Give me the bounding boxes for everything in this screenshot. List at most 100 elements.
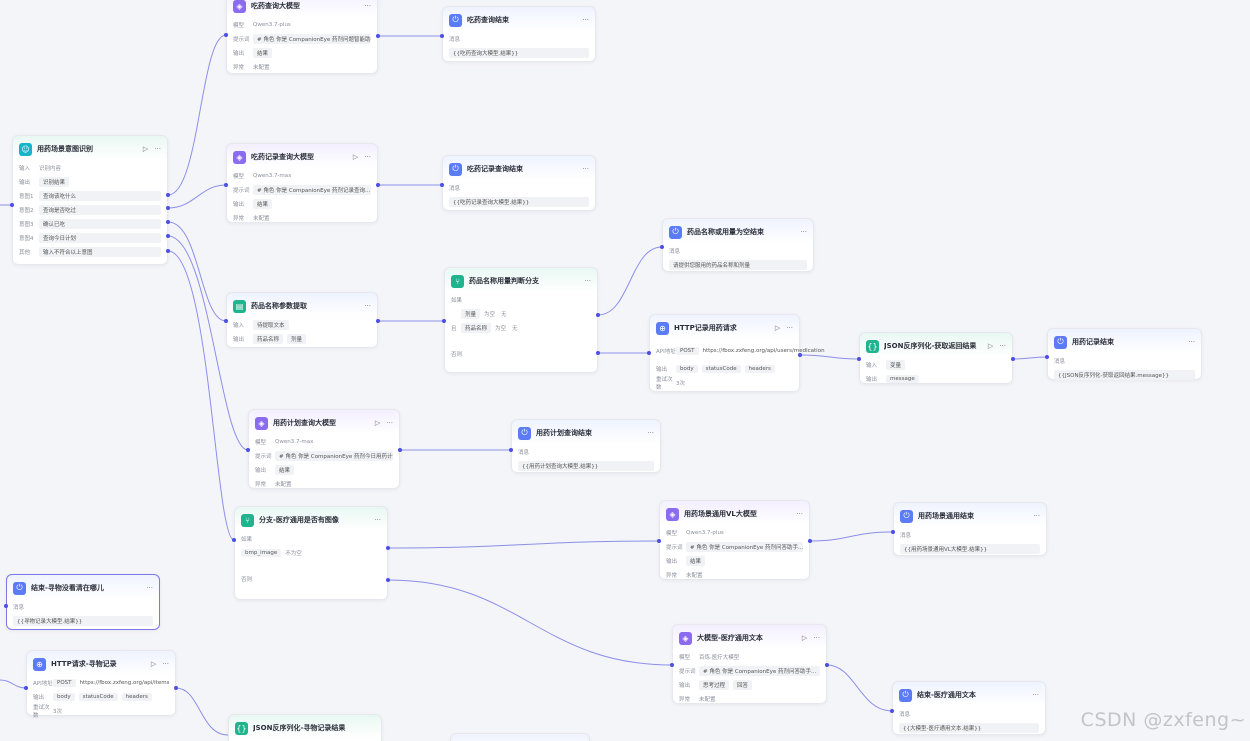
run-icon[interactable]: ▷ (143, 145, 148, 153)
port[interactable] (386, 546, 390, 550)
node-image-branch[interactable]: ⑂ 分支-医疗通用是否有图像 ··· 如果 bmp_image 不为空 否则 (234, 506, 388, 600)
node-offscreen[interactable] (450, 733, 590, 741)
port[interactable] (825, 663, 829, 667)
run-icon[interactable]: ▷ (151, 660, 156, 668)
port[interactable] (166, 206, 170, 210)
port[interactable] (224, 33, 228, 37)
label-api: API地址 (33, 681, 53, 687)
port[interactable] (398, 448, 402, 452)
model-icon: ◈ (233, 0, 246, 13)
output-chip: message (886, 375, 919, 383)
more-icon[interactable]: ··· (364, 302, 371, 310)
port[interactable] (670, 663, 674, 667)
port[interactable] (376, 183, 380, 187)
workflow-canvas[interactable]: ◈ 吃药查询大模型 ··· 模型 Qwen3.7-plus 提示词 # 角色 你是 Co… (0, 0, 1250, 741)
output-chip: 结果 (253, 199, 273, 209)
node-record-done[interactable]: ⏻ 用药记录结束 ··· 消息 {{JSON反序列化-获取返回结果.message}… (1047, 328, 1202, 380)
port[interactable] (224, 183, 228, 187)
more-icon[interactable]: ··· (999, 342, 1006, 350)
node-text-llm[interactable]: ◈ 大模型-医疗通用文本 ▷ ··· 模型 百炼·医疗大模型 提示词 # 角色 你是 Co… (672, 624, 827, 704)
port[interactable] (174, 686, 178, 690)
more-icon[interactable]: ··· (584, 277, 591, 285)
node-title: 用药场景通用VL大模型 (684, 510, 757, 518)
port[interactable] (386, 578, 390, 582)
node-record-end[interactable]: ⏻ 吃药记录查询结束 ··· 消息 {{吃药记录查询大模型.结果}} (442, 155, 596, 211)
more-icon[interactable]: ··· (786, 324, 793, 332)
more-icon[interactable]: ··· (1188, 338, 1195, 346)
run-icon[interactable]: ▷ (775, 324, 780, 332)
port[interactable] (246, 448, 250, 452)
label-prompt: 提示词 (255, 454, 272, 460)
port[interactable] (442, 319, 446, 323)
port[interactable] (166, 249, 170, 253)
port[interactable] (1011, 357, 1015, 361)
port[interactable] (596, 351, 600, 355)
port[interactable] (657, 539, 661, 543)
port[interactable] (647, 351, 651, 355)
port[interactable] (376, 34, 380, 38)
node-json-find[interactable]: {} JSON反序列化-寻物记录结果 (228, 714, 382, 741)
edge-vl-end (809, 531, 894, 542)
port[interactable] (808, 539, 812, 543)
node-vl-end[interactable]: ⏻ 用药场景通用结束 ··· 消息 {{用药场景通用VL大模型.结果}} (893, 502, 1047, 556)
run-icon[interactable]: ▷ (988, 342, 993, 350)
port[interactable] (891, 530, 895, 534)
port[interactable] (24, 686, 28, 690)
node-drug-query-llm[interactable]: ◈ 吃药查询大模型 ··· 模型 Qwen3.7-plus 提示词 # 角色 你是 Co… (226, 0, 378, 74)
more-icon[interactable]: ··· (146, 584, 153, 592)
more-icon[interactable]: ··· (800, 228, 807, 236)
url-value: https://fbox.zxfeng.org/api/users/medica… (702, 348, 825, 354)
port[interactable] (509, 448, 513, 452)
port[interactable] (440, 183, 444, 187)
more-icon[interactable]: ··· (796, 510, 803, 518)
port[interactable] (166, 234, 170, 238)
port[interactable] (10, 203, 14, 207)
port[interactable] (596, 313, 600, 317)
port[interactable] (440, 34, 444, 38)
node-empty-end[interactable]: ⏻ 药品名称或用量为空结束 ··· 消息 请提供您服用的药品名称和剂量 (662, 218, 814, 272)
node-plan-end[interactable]: ⏻ 用药计划查询结束 ··· 消息 {{用药计划查询大模型.结果}} (511, 419, 661, 473)
more-icon[interactable]: ··· (364, 153, 371, 161)
node-lost-end[interactable]: ⏻ 结束-寻物没看清在哪儿 ··· 消息 {{寻物记录大模型.结果}} (6, 574, 160, 630)
more-icon[interactable]: ··· (1032, 691, 1039, 699)
more-icon[interactable]: ··· (813, 634, 820, 642)
more-icon[interactable]: ··· (582, 16, 589, 24)
node-intent[interactable]: ☺ 用药场景意图识别 ▷ ··· 输入 识别内容 输出 识别结果 意图1 查询该吃什么 意图… (12, 135, 168, 265)
run-icon[interactable]: ▷ (375, 419, 380, 427)
port[interactable] (857, 357, 861, 361)
node-record-llm[interactable]: ◈ 吃药记录查询大模型 ▷ ··· 模型 Qwen3.7-max 提示词 # 角色 你是 … (226, 143, 378, 223)
more-icon[interactable]: ··· (374, 516, 381, 524)
port[interactable] (1045, 355, 1049, 359)
label-message: 消息 (449, 37, 461, 43)
port[interactable] (890, 709, 894, 713)
node-vl-llm[interactable]: ◈ 用药场景通用VL大模型 ··· 模型 Qwen3.7-plus 提示词 # 角色 你… (659, 500, 810, 580)
port[interactable] (166, 193, 170, 197)
port[interactable] (166, 220, 170, 224)
node-title: 用药场景通用结束 (918, 512, 974, 520)
more-icon[interactable]: ··· (386, 419, 393, 427)
intent-3-value: 确认已吃 (39, 219, 161, 229)
port[interactable] (660, 245, 664, 249)
more-icon[interactable]: ··· (364, 2, 371, 10)
port[interactable] (376, 319, 380, 323)
more-icon[interactable]: ··· (647, 429, 654, 437)
port[interactable] (798, 353, 802, 357)
node-text-end[interactable]: ⏻ 结束-医疗通用文本 ··· 消息 {{大模型-医疗通用文本.结果}} (892, 681, 1046, 735)
more-icon[interactable]: ··· (1033, 512, 1040, 520)
more-icon[interactable]: ··· (154, 145, 161, 153)
node-http-find[interactable]: ⊕ HTTP请求-寻物记录 ▷ ··· API地址 POST https://fbox.z… (26, 650, 176, 719)
more-icon[interactable]: ··· (582, 165, 589, 173)
node-json-parse[interactable]: {} JSON反序列化-获取返回结果 ▷ ··· 输入 变量 输出 message (859, 332, 1013, 384)
node-drug-query-end[interactable]: ⏻ 吃药查询结束 ··· 消息 {{吃药查询大模型.结果}} (442, 6, 596, 62)
node-plan-llm[interactable]: ◈ 用药计划查询大模型 ▷ ··· 模型 Qwen3.7-max 提示词 # 角色 你是 … (248, 409, 400, 489)
cond-var: bmp_image (241, 549, 282, 557)
node-param-extract[interactable]: ▤ 药品名称参数提取 ··· 输入 待提取文本 输出 药品名称 剂量 (226, 292, 378, 348)
more-icon[interactable]: ··· (162, 660, 169, 668)
port[interactable] (232, 538, 236, 542)
node-judge-branch[interactable]: ⑂ 药品名称用量判断分支 ··· 如果 剂量 为空无 且药品名称 为空无 否则 (444, 267, 598, 373)
run-icon[interactable]: ▷ (353, 153, 358, 161)
run-icon[interactable]: ▷ (802, 634, 807, 642)
port[interactable] (224, 319, 228, 323)
port[interactable] (4, 604, 8, 608)
node-http-record[interactable]: ⊕ HTTP记录用药请求 ▷ ··· API地址 POST https://fbox.zx… (649, 314, 825, 392)
